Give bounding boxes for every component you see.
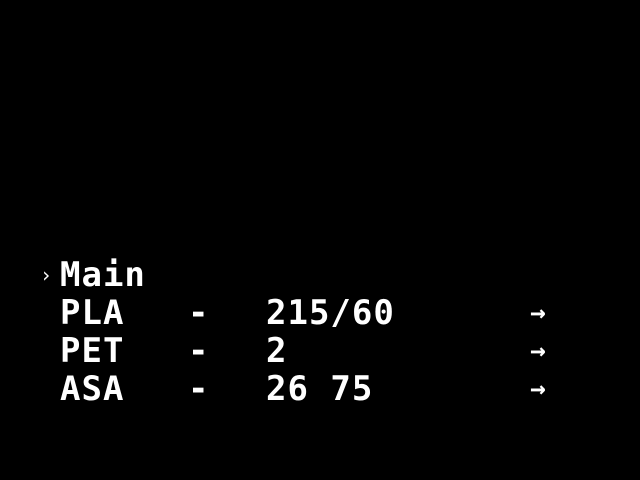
menu-item-main[interactable]: › Main — [40, 256, 600, 294]
menu-item-pet[interactable]: PET - 2 → — [40, 332, 600, 370]
submenu-arrow-icon: → — [530, 336, 547, 366]
lcd-screen: › Main PLA - 215/60 → PET - 2 → ASA - 26… — [0, 0, 640, 480]
preheat-menu: › Main PLA - 215/60 → PET - 2 → ASA - 26… — [40, 256, 600, 408]
separator: - — [188, 369, 210, 409]
material-name: ASA — [60, 369, 125, 409]
selection-cursor-icon: › — [40, 263, 54, 287]
separator: - — [188, 293, 210, 333]
temperature-values: 215/60 — [266, 293, 395, 333]
menu-item-asa[interactable]: ASA - 26 75 → — [40, 370, 600, 408]
temperature-values: 26 75 — [266, 369, 374, 409]
separator: - — [188, 331, 210, 371]
temperature-values: 2 — [266, 331, 288, 371]
submenu-arrow-icon: → — [530, 298, 547, 328]
menu-item-pla[interactable]: PLA - 215/60 → — [40, 294, 600, 332]
material-name: PET — [60, 331, 125, 371]
material-name: PLA — [60, 293, 125, 333]
menu-item-label: Main — [60, 255, 146, 295]
submenu-arrow-icon: → — [530, 374, 547, 404]
